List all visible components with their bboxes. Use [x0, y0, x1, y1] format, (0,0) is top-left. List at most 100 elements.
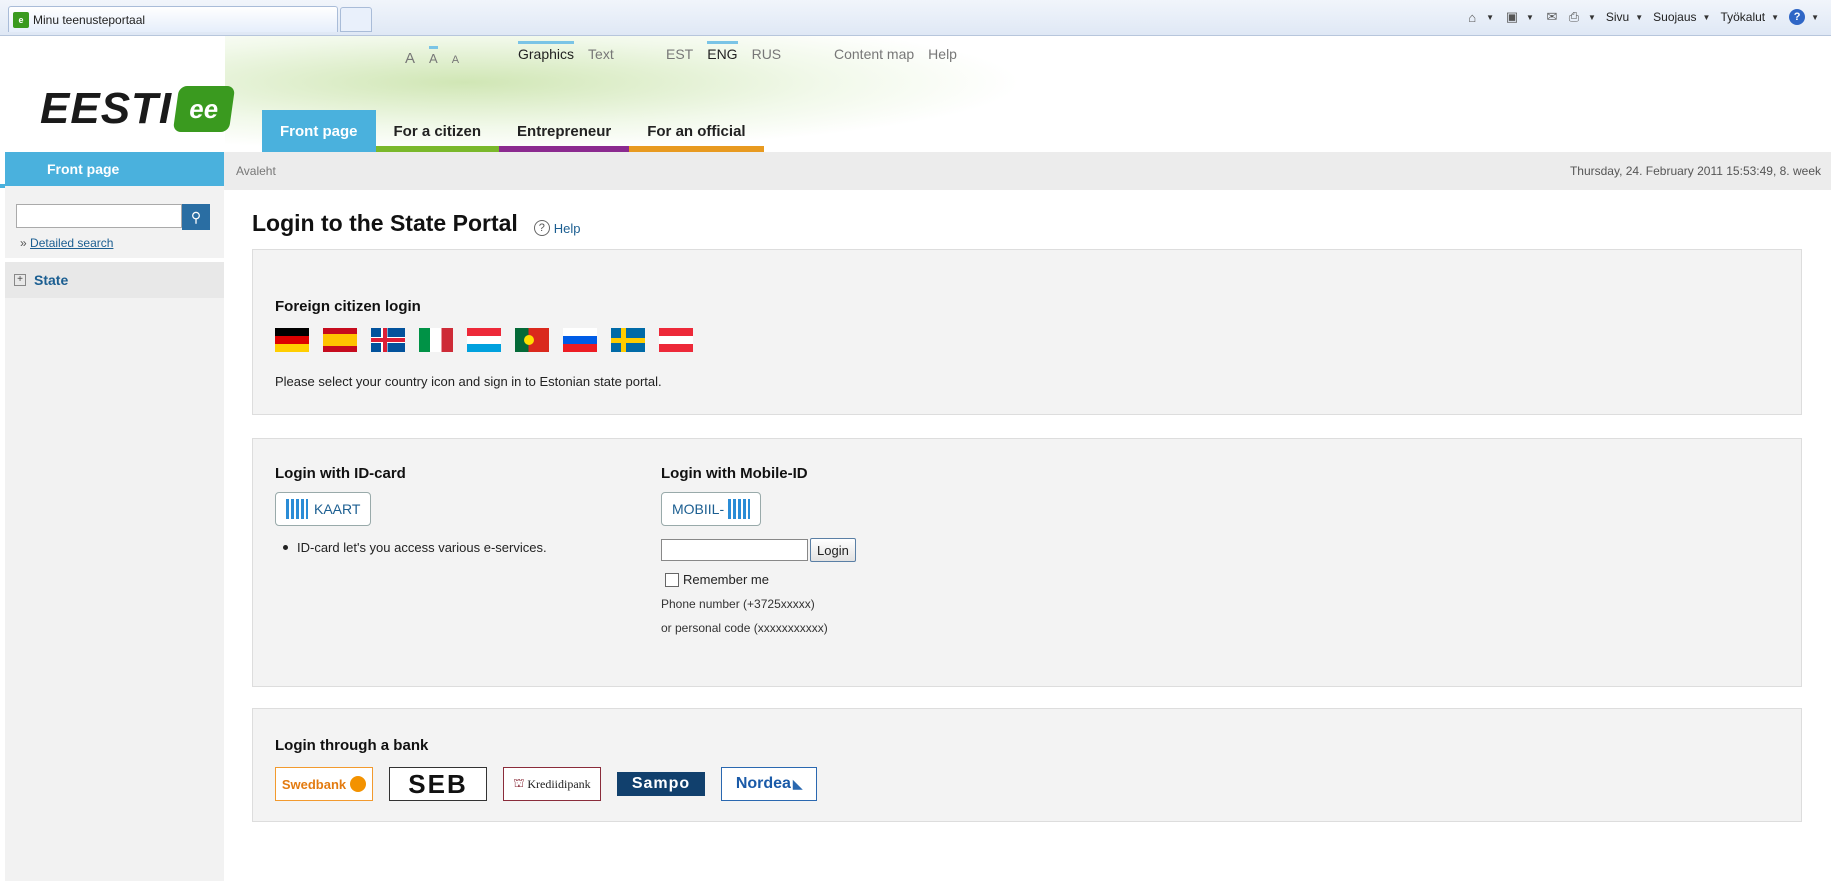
site-logo[interactable]: EESTI ee [40, 84, 236, 134]
font-size-medium[interactable]: A [429, 46, 438, 66]
font-size-controls: A A A [405, 46, 459, 67]
detailed-search: » Detailed search [20, 236, 224, 250]
austria-flag-icon[interactable] [659, 328, 693, 352]
id-chip-icon [286, 499, 308, 519]
portugal-flag-icon[interactable] [515, 328, 549, 352]
luxembourg-flag-icon[interactable] [467, 328, 501, 352]
sweden-flag-icon[interactable] [611, 328, 645, 352]
bank-login-heading: Login through a bank [275, 737, 429, 754]
germany-flag-icon[interactable] [275, 328, 309, 352]
idcard-button-label: KAART [314, 501, 361, 517]
nordea-button[interactable]: Nordea ◣ [721, 767, 817, 801]
phone-hint: Phone number (+3725xxxxx) [661, 597, 815, 611]
print-icon[interactable]: ⎙ [1566, 9, 1582, 25]
mobileid-login-button[interactable]: Login [810, 538, 856, 562]
search-icon: ⚲ [190, 208, 202, 225]
bank-login-panel: Login through a bank Swedbank SEB ⛫ Kred… [252, 708, 1802, 822]
chevron-down-icon[interactable]: ▼ [1635, 13, 1643, 22]
font-size-small[interactable]: A [452, 54, 459, 66]
expand-icon[interactable]: + [14, 274, 26, 286]
lang-eng[interactable]: ENG [707, 41, 738, 62]
nav-label: Entrepreneur [517, 122, 612, 140]
mail-icon[interactable]: ✉ [1544, 9, 1560, 25]
mobileid-form: Login [661, 538, 856, 562]
krediidipank-button[interactable]: ⛫ Krediidipank [503, 767, 601, 801]
chevron-down-icon[interactable]: ▼ [1811, 13, 1819, 22]
command-bar: ⌂ ▼ ▣ ▼ ✉ ⎙ ▼ Sivu ▼ Suojaus ▼ Työkalut ▼ ? ▼ [1464, 9, 1823, 25]
help-label: Help [553, 220, 581, 236]
search-button[interactable]: ⚲ [182, 204, 210, 230]
chevron-down-icon[interactable]: ▼ [1771, 13, 1779, 22]
idcard-login-button[interactable]: KAART [275, 492, 372, 526]
nav-for-official[interactable]: For an official [629, 110, 764, 152]
sidebar-item-state[interactable]: + State [5, 262, 224, 298]
question-icon: ? [533, 220, 550, 236]
site-header: EESTI ee A A A Graphics Text EST ENG RUS… [0, 36, 1831, 188]
chevron-down-icon[interactable]: ▼ [1526, 13, 1534, 22]
spain-flag-icon[interactable] [323, 328, 357, 352]
nav-entrepreneur[interactable]: Entrepreneur [499, 110, 630, 152]
help-link[interactable]: ? Help [533, 220, 581, 236]
sampo-button[interactable]: Sampo [617, 772, 705, 796]
chevron-down-icon[interactable]: ▼ [1588, 13, 1596, 22]
text-link[interactable]: Text [588, 46, 614, 62]
breadcrumb[interactable]: Avaleht [236, 164, 276, 178]
swedbank-button[interactable]: Swedbank [275, 767, 373, 801]
italy-flag-icon[interactable] [419, 328, 453, 352]
nordea-logo-icon: ◣ [792, 777, 803, 791]
browser-tab[interactable]: e Minu teenusteportaal [8, 6, 338, 32]
bank-list: Swedbank SEB ⛫ Krediidipank Sampo Nordea… [275, 767, 817, 801]
seb-button[interactable]: SEB [389, 767, 487, 801]
sidebar-heading[interactable]: Front page [5, 152, 224, 186]
font-size-large[interactable]: A [405, 50, 415, 67]
content-map-link[interactable]: Content map [834, 46, 914, 62]
lang-est[interactable]: EST [666, 46, 693, 62]
home-icon[interactable]: ⌂ [1464, 9, 1480, 25]
nav-front-page[interactable]: Front page [262, 110, 376, 152]
detailed-search-link[interactable]: Detailed search [30, 236, 113, 250]
remember-me-checkbox[interactable] [665, 572, 679, 587]
view-mode-links: Graphics Text [518, 41, 614, 62]
id-chip-icon [728, 499, 751, 519]
safety-menu[interactable]: Suojaus [1653, 10, 1696, 24]
help-link[interactable]: Help [928, 46, 957, 62]
detailed-search-prefix: » [20, 236, 27, 250]
idcard-heading: Login with ID-card [275, 465, 406, 482]
nav-label: For an official [647, 122, 746, 140]
page-menu[interactable]: Sivu [1606, 10, 1629, 24]
logo-text: EESTI [40, 84, 173, 133]
sidebar-item-label: State [34, 272, 69, 288]
mobileid-logo-button[interactable]: MOBIIL- [661, 492, 762, 526]
current-datetime: Thursday, 24. February 2011 15:53:49, 8.… [1569, 164, 1821, 178]
nav-label: For a citizen [393, 122, 482, 140]
remember-me[interactable]: Remember me [665, 572, 856, 587]
tools-menu[interactable]: Työkalut [1720, 10, 1765, 24]
slovenia-flag-icon[interactable] [563, 328, 597, 352]
iceland-flag-icon[interactable] [371, 328, 405, 352]
nav-label: Front page [280, 122, 358, 140]
nav-for-citizen[interactable]: For a citizen [375, 110, 500, 152]
chevron-down-icon[interactable]: ▼ [1703, 13, 1711, 22]
search-input[interactable] [16, 204, 182, 228]
foreign-login-panel: Foreign citizen login Please select your… [252, 249, 1802, 415]
feeds-icon[interactable]: ▣ [1504, 9, 1520, 25]
graphics-link[interactable]: Graphics [518, 41, 575, 62]
idcard-info: ID-card let's you access various e-servi… [275, 540, 547, 555]
favicon-icon: e [13, 11, 29, 28]
mobileid-section: Login with Mobile-ID MOBIIL- Login Remem… [661, 465, 856, 635]
new-tab-button[interactable] [340, 7, 372, 32]
browser-toolbar: e Minu teenusteportaal ⌂ ▼ ▣ ▼ ✉ ⎙ ▼ Sivu ▼ … [0, 0, 1831, 36]
chevron-down-icon[interactable]: ▼ [1486, 13, 1494, 22]
sidebar: Front page ⚲ » Detailed search + State [5, 152, 224, 881]
country-flags [275, 328, 693, 352]
remember-me-label: Remember me [683, 572, 769, 587]
idcard-section: Login with ID-card KAART ID-card let's y… [275, 465, 547, 555]
sidebar-search: ⚲ [16, 204, 224, 230]
utility-links: Content map Help [834, 46, 957, 62]
mobileid-input[interactable] [661, 539, 808, 561]
lang-rus[interactable]: RUS [752, 46, 782, 62]
breadcrumb-bar: Avaleht Thursday, 24. February 2011 15:5… [224, 152, 1831, 190]
help-icon[interactable]: ? [1789, 9, 1806, 25]
bank-label: Krediidipank [527, 776, 591, 791]
page-title: Login to the State Portal [252, 210, 518, 236]
